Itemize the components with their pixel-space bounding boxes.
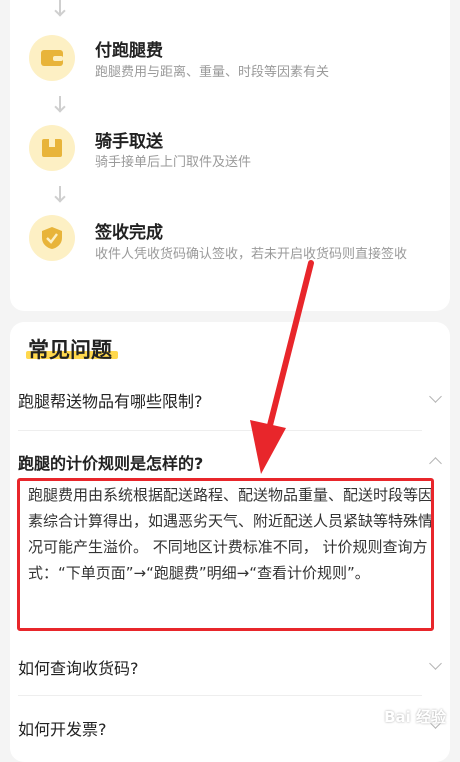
annotation-arrow-icon bbox=[250, 260, 314, 474]
watermark: Bai 经验 bbox=[384, 708, 446, 726]
